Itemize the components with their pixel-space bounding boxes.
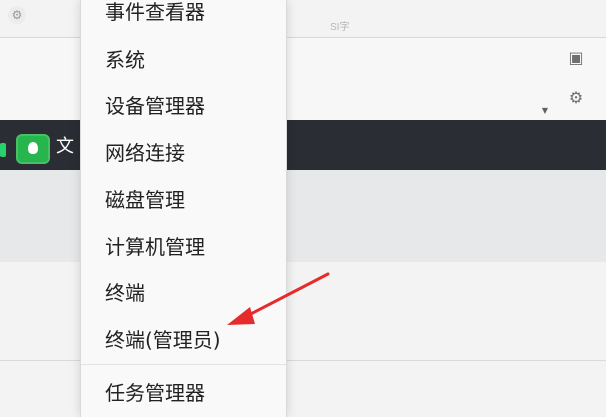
panel-icon[interactable]: ▣	[566, 48, 586, 68]
taskbar-green-indicator	[0, 143, 6, 157]
menu-item-system[interactable]: 系统	[81, 40, 286, 80]
gear-icon[interactable]: ⚙	[566, 88, 586, 108]
menu-item-computer-management[interactable]: 计算机管理	[81, 227, 286, 267]
taskbar-app-icon[interactable]	[16, 134, 50, 164]
menu-separator	[81, 364, 286, 365]
screen-background: ⚙ SI字 ▣ ⚙ ▼ 文 事件查看器 系统 设备管理器 网络连接 磁盘管理 计…	[0, 0, 606, 417]
menu-item-event-viewer[interactable]: 事件查看器	[81, 0, 286, 32]
menu-item-device-manager[interactable]: 设备管理器	[81, 86, 286, 126]
menu-item-task-manager[interactable]: 任务管理器	[81, 373, 286, 413]
menu-item-terminal[interactable]: 终端	[81, 273, 286, 313]
faint-label: SI字	[330, 22, 350, 33]
settings-icon[interactable]: ⚙	[8, 6, 26, 24]
winx-context-menu: 事件查看器 系统 设备管理器 网络连接 磁盘管理 计算机管理 终端 终端(管理员…	[80, 0, 287, 417]
menu-item-disk-management[interactable]: 磁盘管理	[81, 180, 286, 220]
menu-item-network-connections[interactable]: 网络连接	[81, 133, 286, 173]
taskbar-partial-text: 文	[56, 136, 74, 157]
scroll-down-arrow[interactable]: ▼	[540, 106, 550, 116]
menu-item-terminal-admin[interactable]: 终端(管理员)	[81, 320, 286, 360]
